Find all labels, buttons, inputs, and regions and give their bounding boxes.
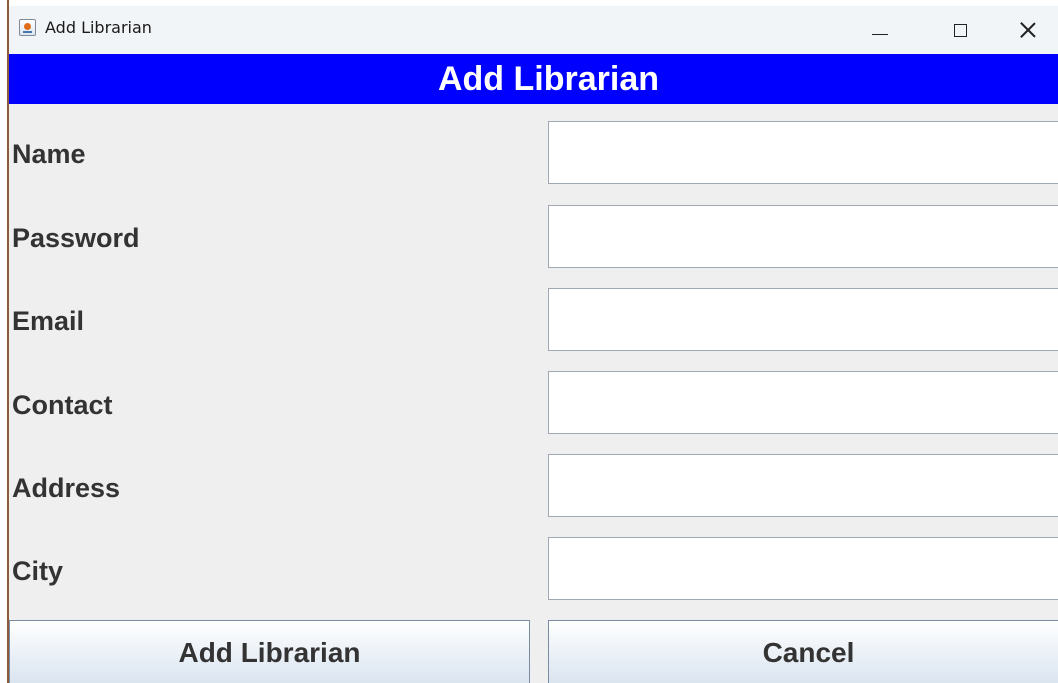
java-cup-icon [19,19,36,36]
window-left-edge [0,0,9,683]
address-input[interactable] [548,454,1058,517]
cancel-button[interactable]: Cancel [548,620,1058,683]
window-title: Add Librarian [45,18,152,37]
name-label: Name [12,139,86,169]
city-input[interactable] [548,537,1058,600]
email-label: Email [12,306,85,336]
close-icon [1020,22,1036,38]
address-label: Address [12,473,121,503]
add-librarian-button[interactable]: Add Librarian [9,620,530,683]
email-input[interactable] [548,288,1058,351]
minimize-icon [872,33,888,35]
maximize-button[interactable] [937,12,983,48]
page-title: Add Librarian [9,54,1058,104]
city-label: City [12,556,64,586]
contact-input[interactable] [548,371,1058,434]
close-button[interactable] [1005,12,1051,48]
password-input[interactable] [548,205,1058,268]
title-bar[interactable]: Add Librarian [9,0,1058,54]
contact-label: Contact [12,390,113,420]
minimize-button[interactable] [857,12,903,48]
add-librarian-window: Add Librarian Add Librarian Name Passwor… [0,0,1058,683]
maximize-icon [953,23,967,37]
password-label: Password [12,223,140,253]
name-input[interactable] [548,121,1058,184]
